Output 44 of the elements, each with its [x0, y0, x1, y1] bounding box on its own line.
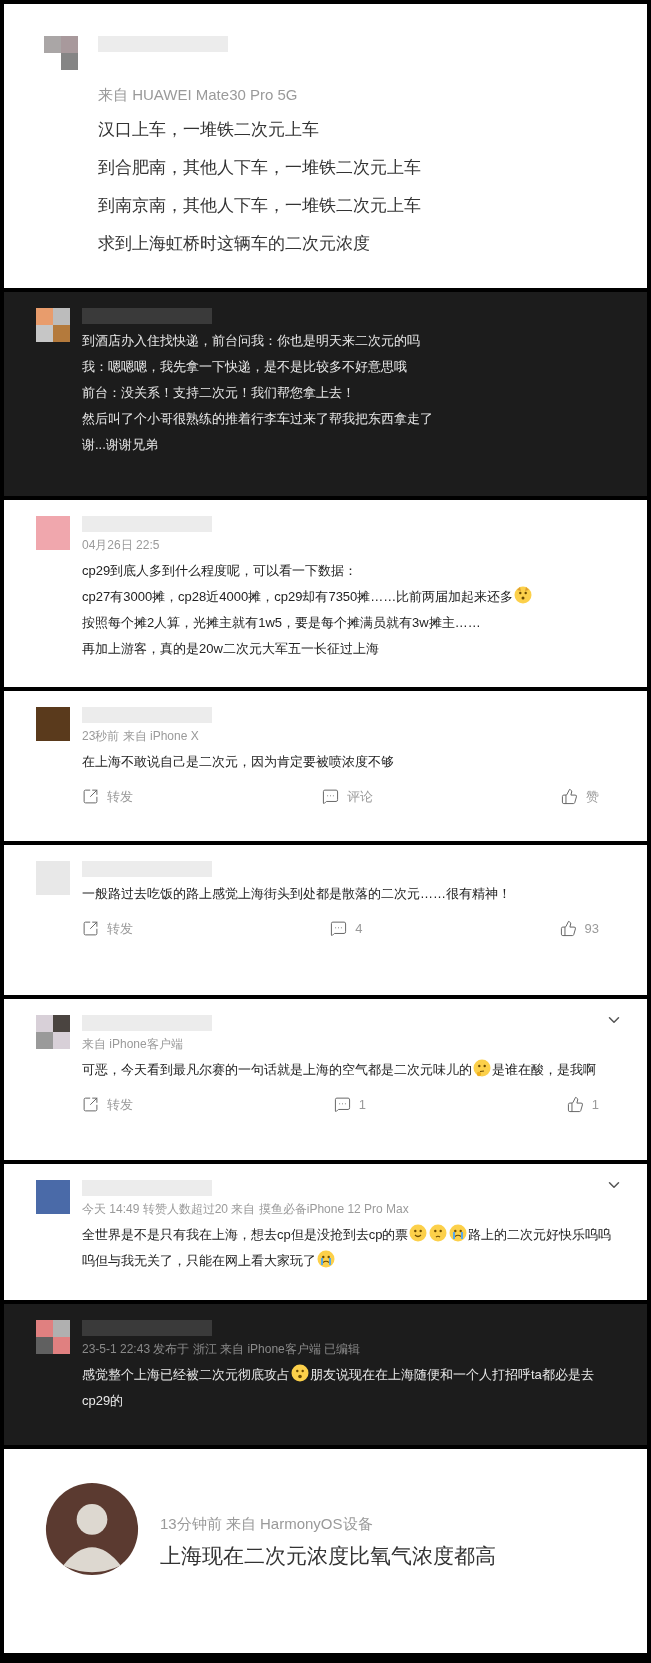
repost-button[interactable]: 转发: [82, 919, 133, 939]
thumbs-up-icon: [559, 920, 577, 938]
comment-text: cp29到底人多到什么程度呢，可以看一下数据：: [82, 562, 359, 580]
comment-text: 再加上游客，真的是20w二次元大军五一长征过上海: [82, 640, 380, 658]
like-button[interactable]: 赞: [561, 787, 599, 807]
comment-text: 到合肥南，其他人下车，一堆铁二次元上车: [98, 156, 422, 179]
comment-text: 然后叫了个小哥很熟练的推着行李车过来了帮我把东西拿走了: [82, 410, 434, 428]
comment-meta: 今天 14:49 转赞人数超过20 来自 摸鱼必备iPhone 12 Pro Max: [82, 1201, 410, 1218]
comment-meta: 13分钟前 来自 HarmonyOS设备: [160, 1514, 374, 1534]
comment-meta: 来自 HUAWEI Mate30 Pro 5G: [98, 85, 299, 105]
comment-text: 前台：没关系！支持二次元！我们帮您拿上去！: [82, 384, 356, 402]
comment-meta: 23秒前 来自 iPhone X: [82, 728, 200, 745]
comment-button[interactable]: 4: [330, 919, 363, 939]
share-icon: [82, 788, 99, 806]
comment-text: 感觉整个上海已经被二次元彻底攻占 朋友说现在在上海随便和一个人打招呼ta都必是去cp29的: [82, 1362, 615, 1414]
comment-text: 到南京南，其他人下车，一堆铁二次元上车: [98, 194, 422, 217]
repost-button[interactable]: 转发: [82, 787, 133, 807]
comment-text: 按照每个摊2人算，光摊主就有1w5，要是每个摊满员就有3w摊主……: [82, 614, 482, 632]
comment-text: 谢...谢谢兄弟: [82, 436, 159, 454]
comment-button[interactable]: 1: [333, 1095, 366, 1115]
like-button[interactable]: 93: [559, 919, 599, 939]
comment-meta: 04月26日 22:5: [82, 537, 161, 554]
comment-icon: [330, 920, 348, 938]
comment-button[interactable]: 评论: [321, 787, 373, 807]
comment-text: cp27有3000摊，cp28近4000摊，cp29却有7350摊……比前两届加起来还多: [82, 584, 615, 610]
comment-text: 可恶，今天看到最凡尔赛的一句话就是上海的空气都是二次元味儿的 是谁在酸，是我啊: [82, 1057, 615, 1083]
comment-text: 一般路过去吃饭的路上感觉上海街头到处都是散落的二次元……很有精神！: [82, 885, 512, 903]
thumbs-up-icon: [561, 788, 578, 806]
comment-text: 到酒店办入住找快递，前台问我：你也是明天来二次元的吗: [82, 332, 421, 350]
comment-icon: [333, 1096, 351, 1114]
comment-meta: 23-5-1 22:43 发布于 浙江 来自 iPhone客户端 已编辑: [82, 1341, 362, 1358]
comment-text: 上海现在二次元浓度比氧气浓度都高: [160, 1542, 497, 1569]
comment-icon: [321, 788, 339, 806]
comment-text: 求到上海虹桥时这辆车的二次元浓度: [98, 232, 371, 255]
like-button[interactable]: 1: [566, 1095, 599, 1115]
comment-text: 汉口上车，一堆铁二次元上车: [98, 118, 320, 141]
share-icon: [82, 920, 99, 938]
comment-text: 我：嗯嗯嗯，我先拿一下快递，是不是比较多不好意思哦: [82, 358, 408, 376]
comment-meta: 来自 iPhone客户端: [82, 1036, 184, 1053]
thumbs-up-icon: [566, 1096, 584, 1114]
comment-text: 全世界是不是只有我在上海，想去cp但是没抢到去cp的票 路上的二次元好快乐呜呜呜但与我无关了，只能在网上看大家玩了: [82, 1222, 615, 1274]
repost-button[interactable]: 转发: [82, 1095, 133, 1115]
comment-text: 在上海不敢说自己是二次元，因为肯定要被喷浓度不够: [82, 753, 395, 771]
share-icon: [82, 1096, 99, 1114]
